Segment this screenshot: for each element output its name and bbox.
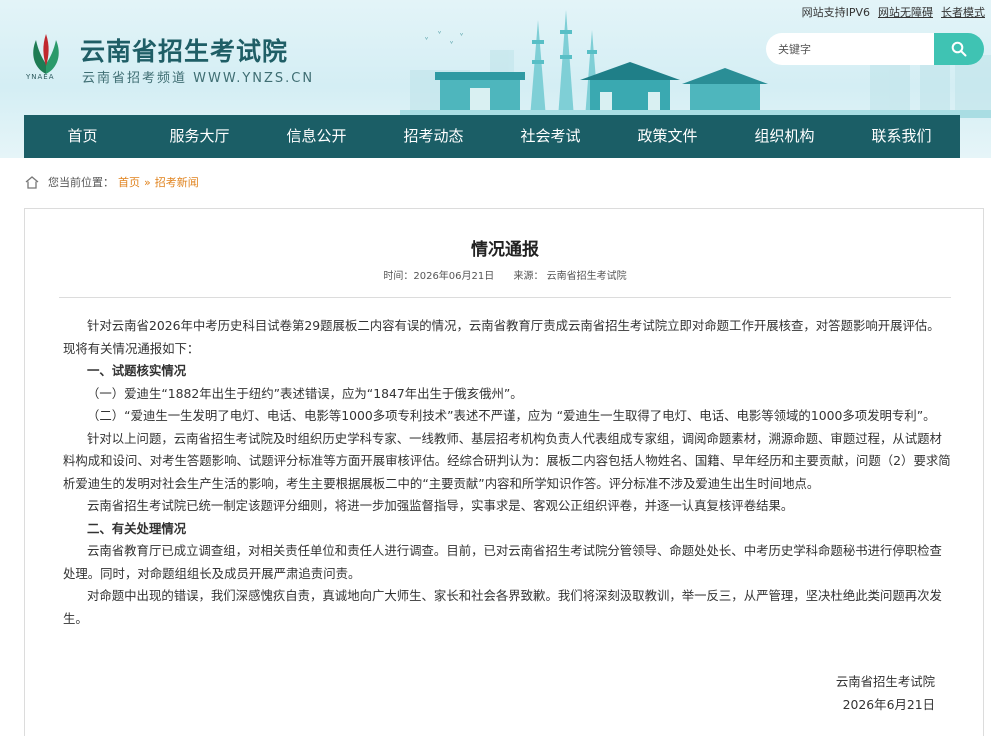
nav-item-social-exams[interactable]: 社会考试 bbox=[492, 115, 609, 158]
svg-text:ᵛ: ᵛ bbox=[438, 29, 441, 38]
svg-text:ᵛ: ᵛ bbox=[460, 31, 463, 40]
breadcrumb-current-link[interactable]: 招考新闻 bbox=[155, 174, 199, 190]
paragraph: （一）爱迪生“1882年出生于纽约”表述错误，应为“1847年出生于俄亥俄州”。 bbox=[87, 385, 523, 401]
search-input[interactable] bbox=[766, 33, 934, 65]
nav-item-info-disclosure[interactable]: 信息公开 bbox=[258, 115, 375, 158]
logo-text: YNAEA bbox=[26, 73, 55, 81]
nav-item-service-hall[interactable]: 服务大厅 bbox=[141, 115, 258, 158]
signature-date: 2026年6月21日 bbox=[842, 696, 935, 712]
svg-text:ᵛ: ᵛ bbox=[425, 35, 428, 44]
divider bbox=[59, 297, 951, 298]
site-title: 云南省招生考试院 bbox=[80, 37, 289, 66]
signature-org: 云南省招生考试院 bbox=[835, 674, 935, 689]
paragraph: 对命题中出现的错误，我们深感愧疚自责，真诚地向广大师生、家长和社会各界致歉。我们… bbox=[63, 588, 942, 626]
article-source: 来源： 云南省招生考试院 bbox=[513, 271, 627, 282]
nav-item-contact-us[interactable]: 联系我们 bbox=[843, 115, 960, 158]
article-meta: 时间：2026年06月21日 来源： 云南省招生考试院 bbox=[25, 267, 985, 282]
nav-item-policy-files[interactable]: 政策文件 bbox=[609, 115, 726, 158]
search-button[interactable] bbox=[934, 33, 984, 65]
ynaea-logo-icon bbox=[33, 34, 59, 74]
paragraph: 云南省招生考试院已统一制定该题评分细则，将进一步加强监督指导，实事求是、客观公正… bbox=[87, 498, 794, 513]
article-time: 时间：2026年06月21日 bbox=[383, 271, 495, 282]
breadcrumb-separator: » bbox=[144, 175, 151, 189]
paragraph: 针对以上问题，云南省招生考试院及时组织历史学科专家、一线教师、基层招考机构负责人… bbox=[63, 430, 951, 491]
nav-item-organization[interactable]: 组织机构 bbox=[726, 115, 843, 158]
paragraph: 云南省教育厅已成立调查组，对相关责任单位和责任人进行调查。目前，已对云南省招生考… bbox=[63, 543, 942, 581]
search-icon bbox=[951, 41, 967, 57]
elder-mode-link[interactable]: 长者模式 bbox=[941, 4, 985, 20]
section-heading: 二、有关处理情况 bbox=[87, 520, 187, 536]
svg-text:ᵛ: ᵛ bbox=[450, 39, 453, 48]
section-heading: 一、试题核实情况 bbox=[87, 363, 187, 378]
article-container: 情况通报 时间：2026年06月21日 来源： 云南省招生考试院 针对云南省20… bbox=[24, 208, 984, 736]
breadcrumb-home-link[interactable]: 首页 bbox=[118, 174, 140, 190]
nav-item-exam-news[interactable]: 招考动态 bbox=[375, 115, 492, 158]
ipv6-support-text: 网站支持IPV6 bbox=[801, 6, 870, 19]
top-utility-bar: 网站支持IPV6 网站无障碍 长者模式 bbox=[802, 4, 985, 20]
search-box bbox=[766, 33, 984, 65]
article-body: 针对云南省2026年中考历史科目试卷第29题展板二内容有误的情况，云南省教育厅责… bbox=[63, 315, 951, 630]
article-signature-block: 云南省招生考试院 2026年6月21日 bbox=[836, 671, 935, 716]
breadcrumb: 您当前位置： 首页 » 招考新闻 bbox=[24, 174, 199, 190]
site-subtitle: 云南省招考频道 WWW.YNZS.CN bbox=[82, 71, 315, 86]
article-title: 情况通报 bbox=[471, 240, 539, 260]
home-icon bbox=[25, 176, 39, 189]
main-nav: 首页 服务大厅 信息公开 招考动态 社会考试 政策文件 组织机构 联系我们 bbox=[24, 115, 960, 158]
paragraph: （二）“爱迪生一生发明了电灯、电话、电影等1000多项专利技术”表述不严谨，应为… bbox=[87, 408, 936, 423]
paragraph: 针对云南省2026年中考历史科目试卷第29题展板二内容有误的情况，云南省教育厅责… bbox=[63, 318, 940, 356]
breadcrumb-label: 您当前位置： bbox=[48, 176, 114, 189]
nav-item-home[interactable]: 首页 bbox=[24, 115, 141, 158]
accessibility-link[interactable]: 网站无障碍 bbox=[878, 4, 933, 20]
